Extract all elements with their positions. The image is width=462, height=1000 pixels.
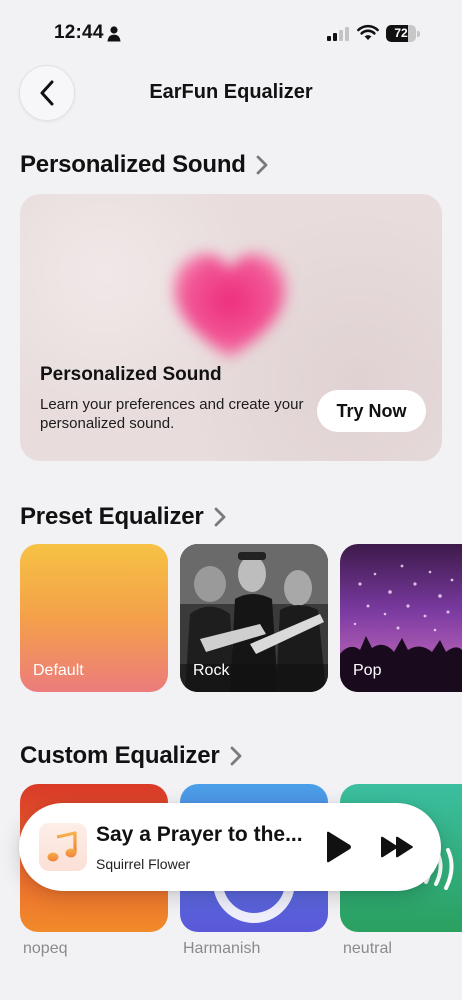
chevron-right-icon xyxy=(214,507,225,527)
page-title: EarFun Equalizer xyxy=(149,81,313,103)
preset-equalizer-heading-label: Preset Equalizer xyxy=(20,503,204,530)
chevron-right-icon xyxy=(256,155,268,175)
person-icon xyxy=(107,26,121,42)
personalized-card-title: Personalized Sound xyxy=(40,364,222,385)
battery-level-text: 72 xyxy=(394,26,408,40)
battery-indicator: 72 xyxy=(386,25,420,42)
personalized-sound-heading-label: Personalized Sound xyxy=(20,151,246,178)
wifi-icon xyxy=(357,24,379,40)
heart-illustration xyxy=(173,253,287,358)
cellular-signal-icon xyxy=(327,27,349,41)
try-now-button[interactable]: Try Now xyxy=(317,390,426,432)
status-time: 12:44 xyxy=(54,22,104,43)
mini-player[interactable]: Say a Prayer to the... Squirrel Flower xyxy=(19,803,441,891)
personalized-card-description: Learn your preferences and create your p… xyxy=(40,396,304,432)
preset-tile-rock[interactable]: Rock xyxy=(180,544,328,692)
preset-tile-default[interactable]: Default xyxy=(20,544,168,692)
music-note-icon xyxy=(39,823,87,871)
preset-tile-label: Pop xyxy=(353,662,382,679)
preset-tile-label: Rock xyxy=(193,662,230,679)
preset-equalizer-heading[interactable]: Preset Equalizer xyxy=(20,503,226,531)
now-playing-artist: Squirrel Flower xyxy=(96,856,191,872)
custom-equalizer-heading[interactable]: Custom Equalizer xyxy=(20,742,242,770)
status-bar: 12:44 72 xyxy=(0,0,462,62)
personalized-sound-heading[interactable]: Personalized Sound xyxy=(20,151,268,179)
chevron-right-icon xyxy=(230,746,241,766)
fast-forward-icon[interactable] xyxy=(379,835,415,859)
preset-tile-label: Default xyxy=(33,662,84,679)
custom-tile-label: nopeq xyxy=(23,940,68,957)
custom-equalizer-heading-label: Custom Equalizer xyxy=(20,742,220,769)
play-icon[interactable] xyxy=(323,830,353,864)
custom-tile-label: Harmanish xyxy=(183,940,261,957)
custom-tile-label: neutral xyxy=(343,940,392,957)
preset-tile-pop[interactable]: Pop xyxy=(340,544,462,692)
now-playing-title: Say a Prayer to the... xyxy=(96,823,303,846)
